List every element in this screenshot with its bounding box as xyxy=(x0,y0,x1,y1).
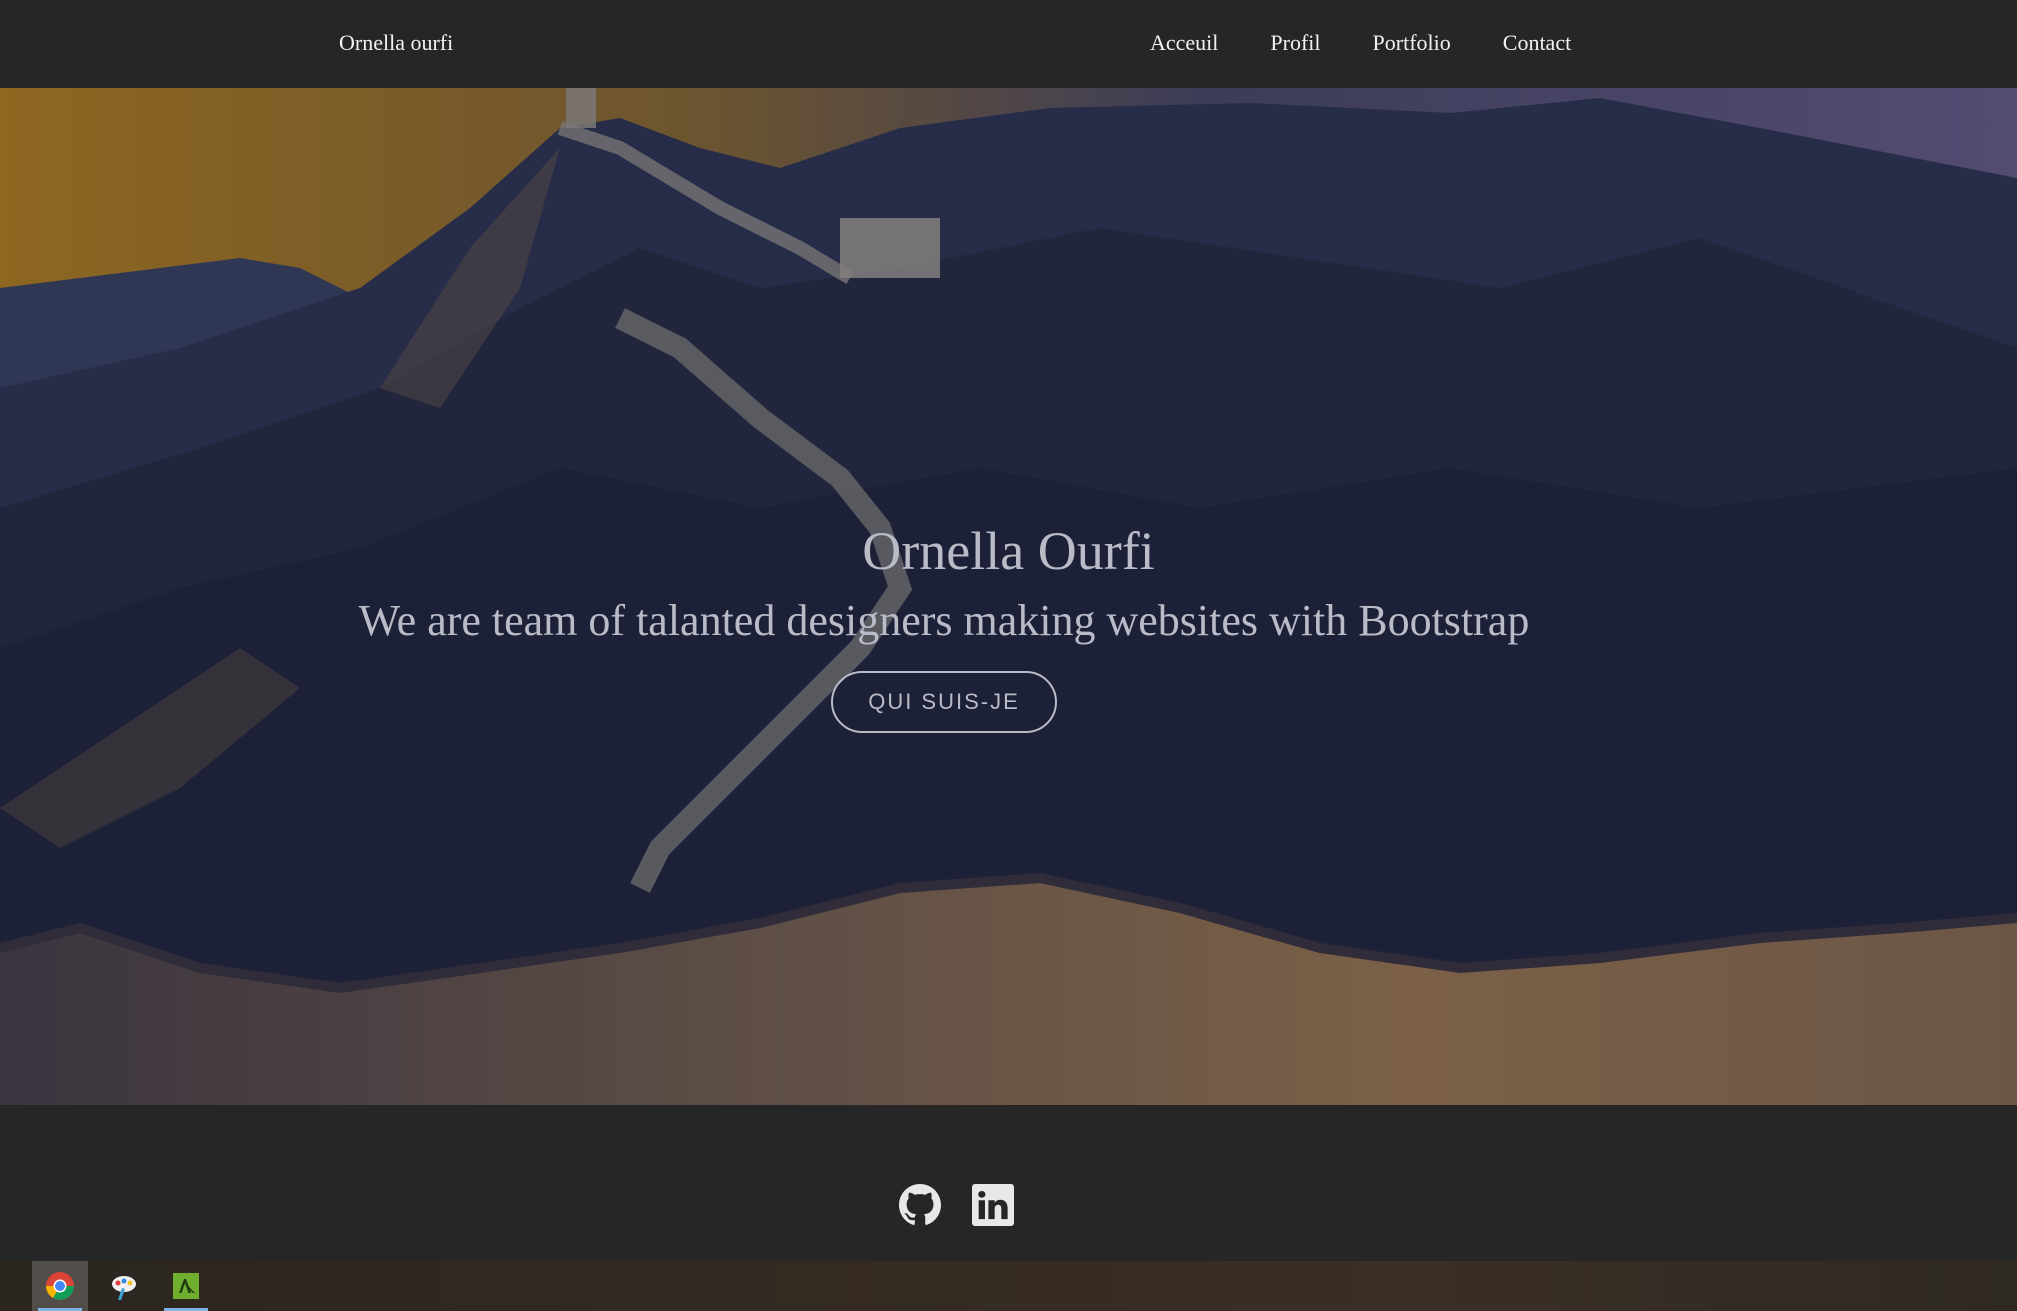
hero-section: Ornella Ourfi We are team of talanted de… xyxy=(0,88,2017,1105)
taskbar xyxy=(0,1261,2017,1311)
nav-link-acceuil[interactable]: Acceuil xyxy=(1150,30,1218,56)
app-icon[interactable] xyxy=(158,1261,214,1311)
file-explorer-icon[interactable] xyxy=(0,1261,16,1311)
nav-link-profil[interactable]: Profil xyxy=(1270,30,1320,56)
nav-links: Acceuil Profil Portfolio Contact xyxy=(1150,30,1571,56)
hero-subtitle: We are team of talanted designers making… xyxy=(358,596,1530,645)
github-icon[interactable] xyxy=(899,1184,941,1226)
chrome-icon[interactable] xyxy=(32,1261,88,1311)
navbar: Ornella ourfi Acceuil Profil Portfolio C… xyxy=(0,0,2017,88)
qui-suis-je-button[interactable]: QUI SUIS-JE xyxy=(831,671,1057,733)
paint-icon[interactable] xyxy=(96,1261,152,1311)
nav-link-contact[interactable]: Contact xyxy=(1503,30,1571,56)
footer xyxy=(0,1105,2017,1261)
nav-link-portfolio[interactable]: Portfolio xyxy=(1373,30,1451,56)
linkedin-icon[interactable] xyxy=(972,1184,1014,1226)
brand-link[interactable]: Ornella ourfi xyxy=(339,30,453,56)
hero-title: Ornella Ourfi xyxy=(862,521,1155,581)
